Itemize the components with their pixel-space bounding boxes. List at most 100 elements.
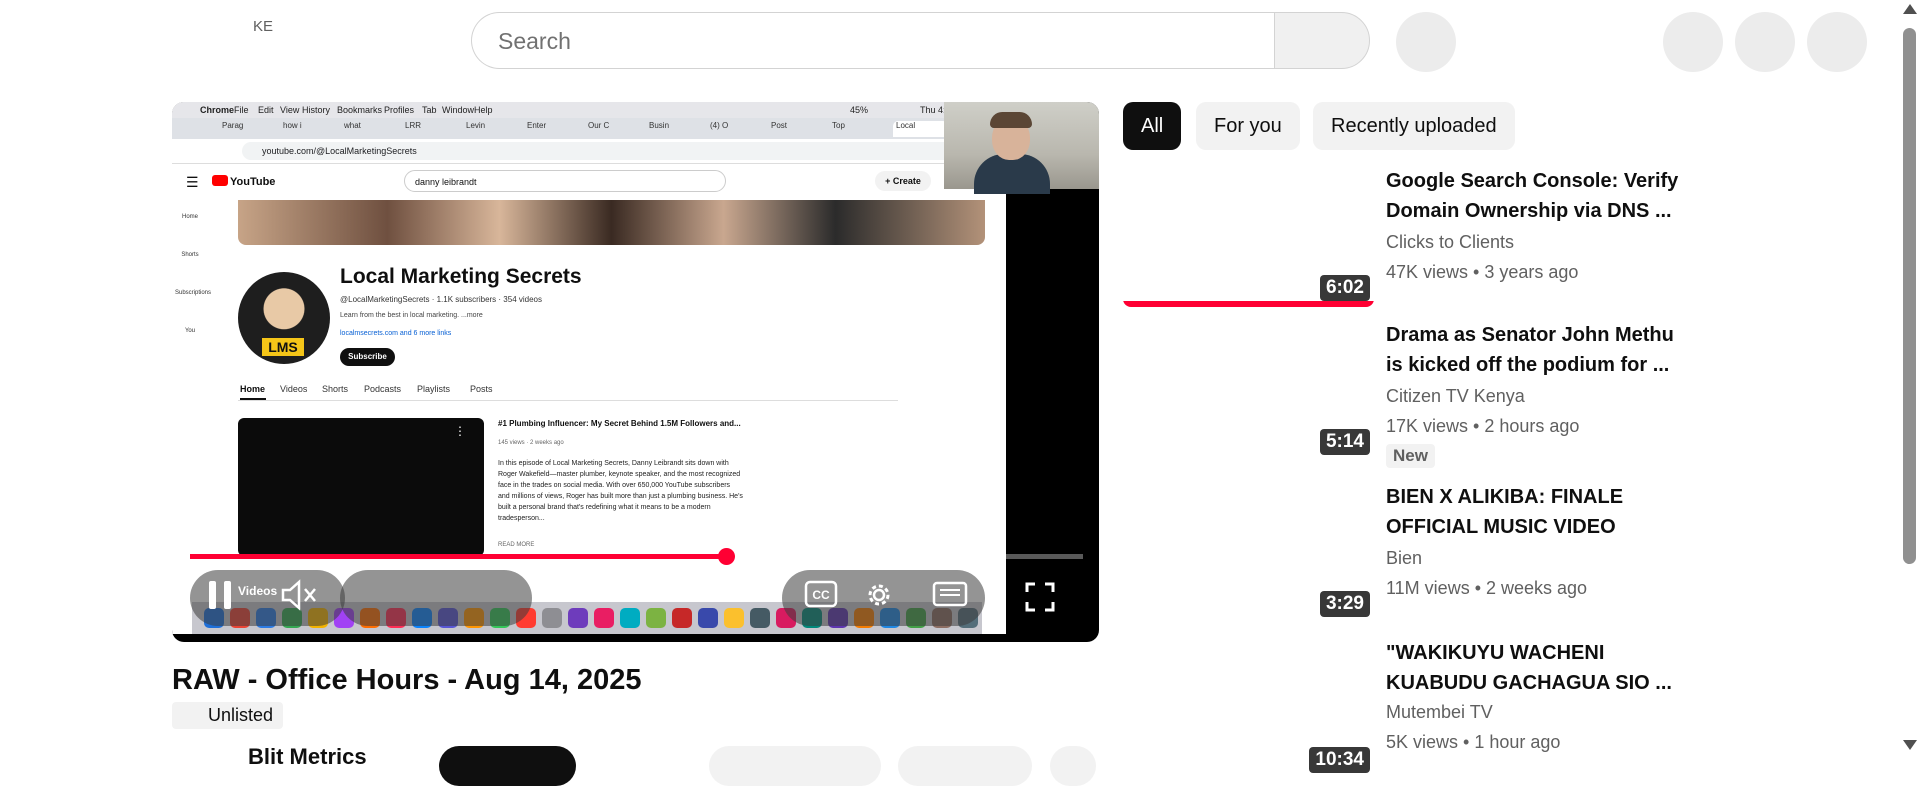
rec-channel[interactable]: Mutembei TV	[1386, 702, 1493, 723]
rec-title[interactable]: Google Search Console: Verify Domain Own…	[1386, 166, 1686, 226]
new-badge: New	[1386, 444, 1435, 468]
rec-duration: 6:02	[1319, 275, 1370, 301]
fullscreen-icon	[1025, 582, 1055, 612]
inner-channel-description: Learn from the best in local marketing. …	[340, 312, 483, 319]
chip-recently-uploaded[interactable]: Recently uploaded	[1313, 102, 1515, 150]
rec-channel[interactable]: Citizen TV Kenya	[1386, 386, 1525, 407]
rec-title[interactable]: Drama as Senator John Methu is kicked of…	[1386, 320, 1686, 380]
search-input[interactable]	[496, 13, 1260, 70]
share-button[interactable]	[898, 746, 1032, 786]
notifications-button[interactable]	[1735, 12, 1795, 72]
rec-channel[interactable]: Clicks to Clients	[1386, 232, 1514, 253]
chip-all[interactable]: All	[1123, 102, 1182, 150]
mac-menu-item: Tab	[422, 105, 437, 115]
inner-search-field: danny leibrandt	[404, 170, 726, 192]
rec-thumbnail[interactable]: 6:02	[1123, 166, 1374, 307]
dock-app-icon	[542, 608, 562, 628]
rec-meta: 5K views • 1 hour ago	[1386, 732, 1561, 752]
inner-rail-item: You	[184, 328, 196, 334]
rec-channel[interactable]: Bien	[1386, 548, 1422, 569]
rec-thumbnail[interactable]: 5:14	[1123, 320, 1374, 461]
rec-watched-progress	[1123, 301, 1374, 307]
webcam-person-body	[974, 154, 1050, 194]
inner-channel-tab: Shorts	[322, 384, 349, 394]
theater-mode-button[interactable]	[930, 580, 970, 616]
rec-thumbnail[interactable]: 3:29	[1123, 482, 1374, 623]
scrollbar-thumb[interactable]	[1903, 28, 1916, 564]
theater-icon	[932, 581, 968, 607]
rec-meta: 17K views • 2 hours ago	[1386, 416, 1580, 436]
account-avatar-button[interactable]	[1807, 12, 1867, 72]
channel-avatar-text: LMS	[262, 338, 304, 356]
browser-tab-strip: Parag how i what LRR Levin Enter Our C Busin (4)…	[172, 118, 1006, 139]
country-code-label[interactable]: KE	[253, 18, 273, 35]
scroll-down-arrow-icon[interactable]	[1903, 740, 1917, 750]
more-vert-icon: ⋮	[454, 424, 466, 438]
browser-tab: what	[344, 121, 361, 130]
inner-create-button: + Create	[875, 171, 931, 191]
mac-menu-item: Bookmarks	[337, 105, 383, 115]
battery-label: 45%	[850, 105, 869, 115]
captions-button[interactable]: CC	[802, 580, 840, 616]
video-title: RAW - Office Hours - Aug 14, 2025	[172, 664, 642, 696]
rec-duration: 3:29	[1319, 591, 1370, 617]
inner-video-description: In this episode of Local Marketing Secre…	[498, 460, 743, 522]
dock-app-icon	[724, 608, 744, 628]
video-player[interactable]: Chrome File Edit View History Bookmarks Profil…	[172, 102, 1099, 642]
gear-icon	[868, 584, 890, 606]
channel-name[interactable]: Blit Metrics	[248, 744, 367, 770]
search-box[interactable]	[471, 12, 1274, 70]
dock-app-icon	[646, 608, 666, 628]
scroll-up-arrow-icon[interactable]	[1903, 4, 1917, 14]
inner-video-read-more: READ MORE	[498, 542, 535, 548]
inner-channel-tab: Home	[240, 384, 266, 394]
active-tab-underline	[240, 398, 266, 400]
inner-video-meta: 145 views · 2 weeks ago	[498, 440, 564, 446]
chip-for-you[interactable]: For you	[1196, 102, 1300, 150]
volume-muted-icon	[281, 579, 316, 611]
rec-title[interactable]: "WAKIKUYU WACHENI KUABUDU GACHAGUA SIO .…	[1386, 638, 1686, 698]
rec-meta: 11M views • 2 weeks ago	[1386, 578, 1588, 598]
browser-tab: Busin	[649, 121, 670, 130]
inner-rail-item: Shorts	[181, 252, 199, 258]
browser-tab: Post	[771, 121, 788, 130]
mute-button[interactable]	[268, 578, 328, 618]
hamburger-icon: ☰	[186, 174, 199, 190]
search-button[interactable]	[1274, 12, 1370, 69]
inner-channel-tab: Podcasts	[364, 384, 402, 394]
svg-text:CC: CC	[812, 588, 830, 602]
inner-video-title: #1 Plumbing Influencer: My Secret Behind…	[498, 419, 741, 428]
rec-duration: 5:14	[1319, 429, 1370, 455]
mac-menu-item: Window	[442, 105, 475, 115]
rec-thumbnail[interactable]: 10:34	[1123, 638, 1374, 779]
rec-duration: 10:34	[1309, 747, 1370, 773]
webcam-person-hair	[990, 112, 1032, 128]
fullscreen-button[interactable]	[1020, 580, 1060, 616]
dock-app-icon	[620, 608, 640, 628]
unlisted-icon	[182, 708, 198, 723]
progress-bar-played	[190, 554, 726, 559]
closed-captions-icon: CC	[804, 580, 838, 608]
voice-search-button[interactable]	[1396, 12, 1456, 72]
more-actions-button[interactable]	[1050, 746, 1096, 786]
browser-tab: LRR	[405, 121, 422, 130]
mac-menu-item: View	[280, 105, 300, 115]
create-button[interactable]	[1663, 12, 1723, 72]
webcam-overlay	[944, 102, 1099, 194]
like-dislike-button[interactable]	[709, 746, 881, 786]
browser-url: youtube.com/@LocalMarketingSecrets	[242, 142, 962, 160]
settings-button[interactable]	[860, 578, 898, 616]
privacy-label: Unlisted	[208, 705, 274, 725]
pause-button[interactable]	[196, 578, 244, 618]
inner-rail-item: Subscriptions	[175, 290, 212, 296]
rec-title[interactable]: BIEN X ALIKIBA: FINALE OFFICIAL MUSIC VI…	[1386, 482, 1686, 542]
progress-scrubber[interactable]	[718, 548, 735, 565]
mac-menu-bar: Chrome File Edit View History Bookmarks Profil…	[172, 102, 1006, 118]
browser-tab: how i	[283, 121, 302, 130]
dock-app-icon	[594, 608, 614, 628]
pause-icon	[209, 581, 231, 609]
inner-channel-tab: Videos	[280, 384, 308, 394]
time-pill	[340, 570, 532, 626]
privacy-badge: Unlisted	[172, 702, 284, 729]
subscribe-button[interactable]	[439, 746, 576, 786]
